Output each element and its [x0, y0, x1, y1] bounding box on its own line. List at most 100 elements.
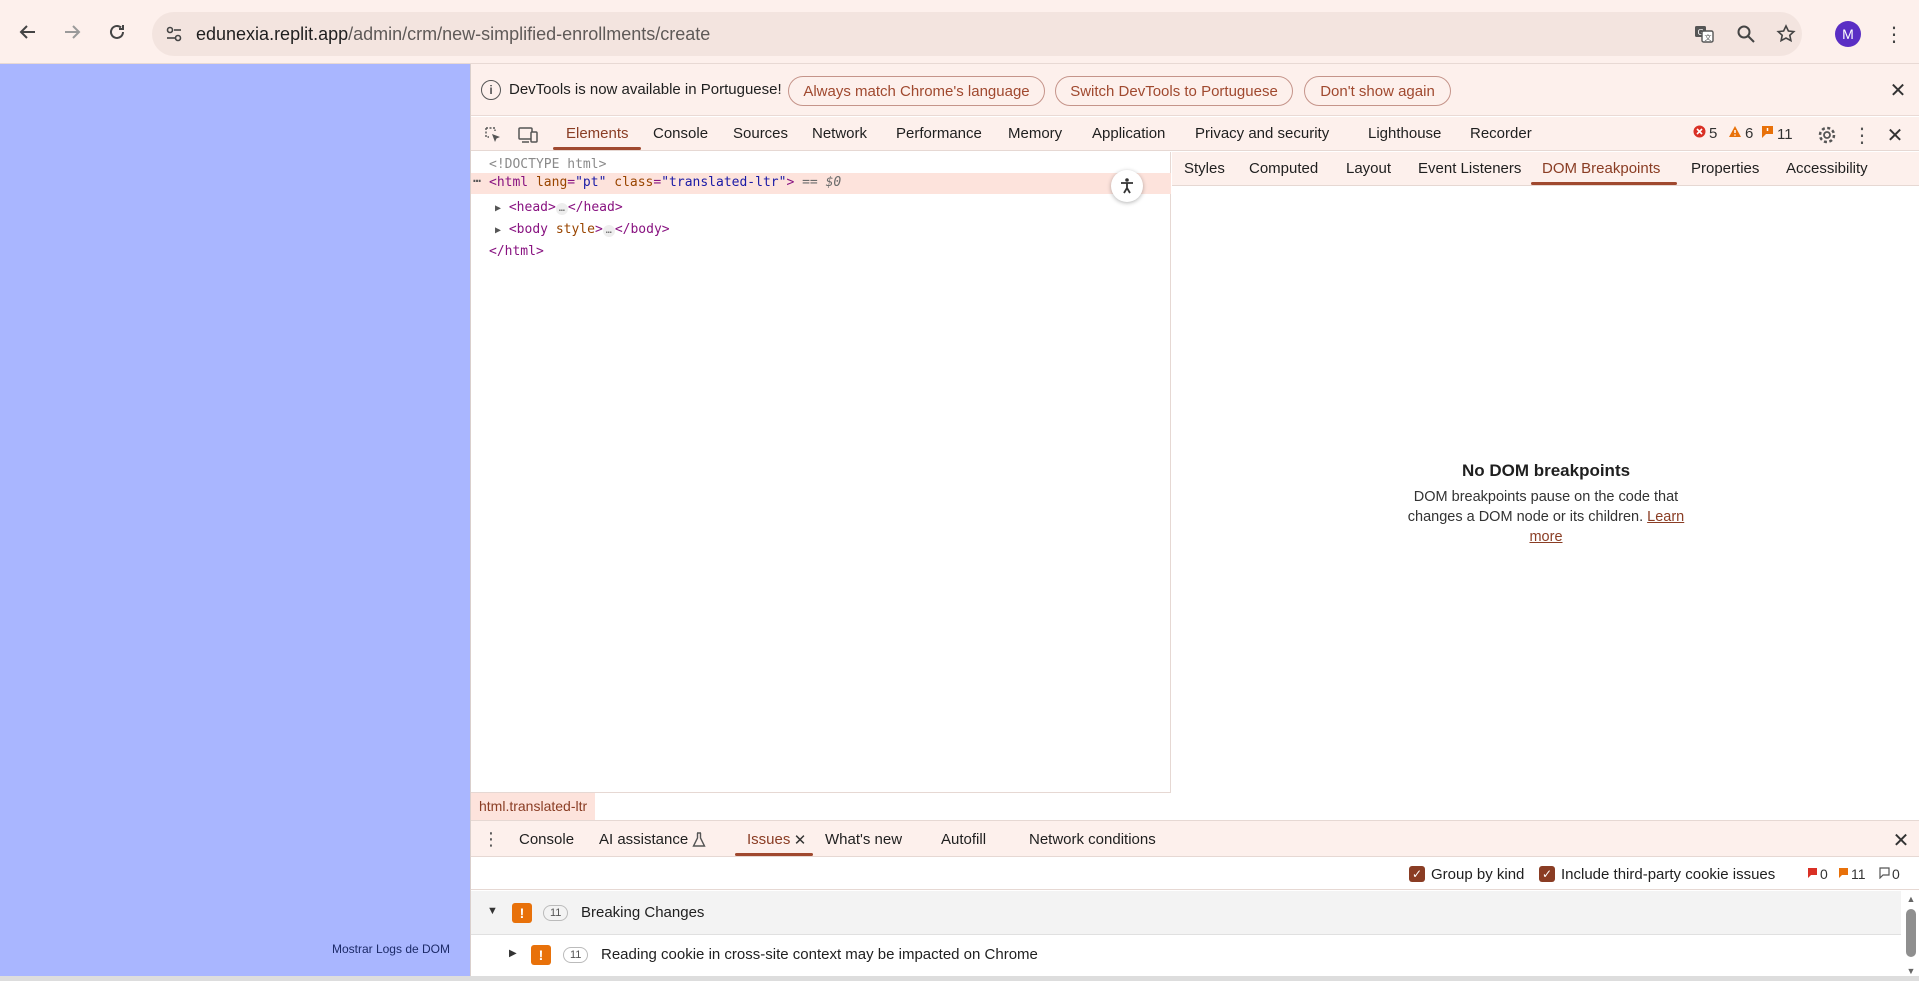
- tab-console[interactable]: Console: [653, 125, 708, 142]
- warning-count: 6: [1745, 125, 1754, 142]
- html-close-node[interactable]: </html>: [489, 244, 544, 259]
- issues-warning-value: 11: [1851, 866, 1866, 882]
- back-icon[interactable]: [12, 16, 44, 48]
- empty-state-title: No DOM breakpoints: [1461, 461, 1631, 480]
- tab-recorder[interactable]: Recorder: [1470, 125, 1532, 142]
- accessibility-tree-toggle-icon[interactable]: [1111, 170, 1143, 202]
- empty-state-text: DOM breakpoints pause on the code that c…: [1407, 489, 1679, 525]
- tab-network[interactable]: Network: [812, 125, 867, 142]
- issue-count-badge: 11: [563, 947, 589, 963]
- group-by-kind-label: Group by kind: [1431, 866, 1525, 883]
- tab-sources[interactable]: Sources: [733, 125, 788, 142]
- issues-toolbar: ✓ Group by kind ✓ Include third-party co…: [471, 858, 1919, 890]
- flask-experimental-icon: [687, 828, 711, 852]
- drawer-tab-console[interactable]: Console: [519, 831, 574, 848]
- html-open-tag: <html: [489, 175, 529, 190]
- collapsed-ellipsis[interactable]: …: [555, 203, 568, 215]
- close-devtools-icon[interactable]: ✕: [1884, 124, 1906, 147]
- drawer-menu-icon[interactable]: ⋮: [479, 827, 503, 851]
- error-count: 5: [1709, 125, 1718, 142]
- close-drawer-icon[interactable]: ✕: [1890, 829, 1912, 852]
- profile-avatar[interactable]: M: [1835, 21, 1861, 47]
- html-node-selected[interactable]: ⋯ <html lang="pt" class="translated-ltr"…: [471, 173, 1171, 194]
- issue-group-breaking-changes[interactable]: ▼ ! 11 Breaking Changes: [471, 891, 1901, 935]
- more-vert-icon[interactable]: ⋮: [1884, 20, 1904, 48]
- drawer-tab-issues[interactable]: Issues: [747, 831, 790, 848]
- settings-gear-icon[interactable]: [1815, 123, 1839, 147]
- translate-icon[interactable]: G文: [1692, 22, 1716, 46]
- third-party-cookies-checkbox[interactable]: ✓: [1539, 866, 1555, 882]
- dom-breadcrumb: html.translated-ltr: [471, 792, 1171, 820]
- forward-icon[interactable]: [56, 16, 88, 48]
- head-open-tag: <head>: [508, 200, 556, 215]
- error-counter[interactable]: 5: [1693, 125, 1717, 142]
- scroll-thumb[interactable]: [1906, 909, 1916, 957]
- tab-application[interactable]: Application: [1092, 125, 1165, 142]
- tab-performance[interactable]: Performance: [896, 125, 982, 142]
- expand-triangle-icon[interactable]: ▶: [495, 203, 501, 214]
- bookmark-star-icon[interactable]: [1774, 22, 1798, 46]
- tab-computed[interactable]: Computed: [1249, 160, 1318, 177]
- issues-counter[interactable]: 11: [1761, 125, 1793, 143]
- breaking-change-icon: !: [512, 903, 532, 923]
- close-infobar-icon[interactable]: ✕: [1887, 79, 1909, 102]
- issues-info-value: 0: [1892, 866, 1900, 882]
- url-path: /admin/crm/new-simplified-enrollments/cr…: [348, 24, 711, 44]
- reload-icon[interactable]: [101, 16, 133, 48]
- attr-style-name: style: [555, 222, 595, 237]
- drawer-tab-autofill[interactable]: Autofill: [941, 831, 986, 848]
- always-match-language-button[interactable]: Always match Chrome's language: [788, 76, 1045, 106]
- issues-info-count[interactable]: 0: [1879, 866, 1900, 882]
- tab-privacy-security[interactable]: Privacy and security: [1195, 125, 1329, 142]
- dom-logs-link[interactable]: Mostrar Logs de DOM: [332, 942, 450, 956]
- warning-counter[interactable]: 6: [1728, 125, 1753, 142]
- elements-tree: <!DOCTYPE html> ⋯ <html lang="pt" class=…: [471, 152, 1171, 820]
- selected-marker: == $0: [802, 175, 842, 190]
- issues-warning-count[interactable]: 11: [1838, 866, 1866, 882]
- site-settings-icon[interactable]: [160, 20, 188, 48]
- drawer-tab-ai-assistance[interactable]: AI assistance: [599, 831, 688, 848]
- empty-state-description: DOM breakpoints pause on the code that c…: [1396, 487, 1696, 547]
- dont-show-again-button[interactable]: Don't show again: [1304, 76, 1451, 106]
- close-issues-tab-icon[interactable]: ✕: [789, 829, 811, 851]
- active-sidebar-tab-indicator: [1531, 182, 1677, 185]
- devtools-more-icon[interactable]: ⋮: [1850, 123, 1874, 147]
- issues-error-count[interactable]: 0: [1807, 866, 1828, 882]
- error-icon: [1693, 125, 1706, 142]
- head-node[interactable]: ▶ <head>… </head>: [495, 200, 623, 215]
- issues-count: 11: [1777, 125, 1793, 143]
- tab-accessibility[interactable]: Accessibility: [1786, 160, 1868, 177]
- html-node-text: <html lang="pt" class="translated-ltr"> …: [489, 175, 842, 190]
- expand-triangle-icon[interactable]: ▶: [495, 225, 501, 236]
- tab-styles[interactable]: Styles: [1184, 160, 1225, 177]
- drawer-tab-whats-new[interactable]: What's new: [825, 831, 902, 848]
- tab-event-listeners[interactable]: Event Listeners: [1418, 160, 1521, 177]
- infobar-message: DevTools is now available in Portuguese!: [509, 81, 782, 98]
- expand-triangle-icon[interactable]: ▶: [509, 948, 517, 959]
- inspect-element-icon[interactable]: [481, 123, 505, 147]
- address-bar[interactable]: edunexia.replit.app/admin/crm/new-simpli…: [152, 12, 1802, 56]
- collapse-triangle-icon[interactable]: ▼: [487, 905, 498, 917]
- tab-layout[interactable]: Layout: [1346, 160, 1391, 177]
- info-icon: i: [481, 80, 501, 100]
- zoom-icon[interactable]: [1734, 22, 1758, 46]
- tab-properties[interactable]: Properties: [1691, 160, 1759, 177]
- tab-memory[interactable]: Memory: [1008, 125, 1062, 142]
- sidebar-tabbar: Styles Computed Layout Event Listeners D…: [1172, 152, 1919, 186]
- collapsed-ellipsis[interactable]: …: [602, 225, 615, 237]
- issue-row[interactable]: ▶ ! 11 Reading cookie in cross-site cont…: [471, 935, 1901, 975]
- breadcrumb-html[interactable]: html.translated-ltr: [471, 793, 596, 820]
- tab-dom-breakpoints[interactable]: DOM Breakpoints: [1542, 160, 1660, 177]
- scroll-up-icon[interactable]: ▲: [1905, 893, 1917, 905]
- tab-lighthouse[interactable]: Lighthouse: [1368, 125, 1441, 142]
- group-by-kind-checkbox[interactable]: ✓: [1409, 866, 1425, 882]
- doctype-node[interactable]: <!DOCTYPE html>: [489, 157, 606, 172]
- issues-scrollbar[interactable]: ▲ ▼: [1905, 893, 1917, 977]
- url-text[interactable]: edunexia.replit.app/admin/crm/new-simpli…: [196, 24, 710, 45]
- switch-to-portuguese-button[interactable]: Switch DevTools to Portuguese: [1055, 76, 1293, 106]
- body-node[interactable]: ▶ <body style>… </body>: [495, 222, 670, 237]
- device-toolbar-icon[interactable]: [516, 123, 540, 147]
- tab-elements[interactable]: Elements: [566, 125, 629, 142]
- drawer-tab-network-conditions[interactable]: Network conditions: [1029, 831, 1156, 848]
- warning-flag-icon: [1838, 866, 1849, 882]
